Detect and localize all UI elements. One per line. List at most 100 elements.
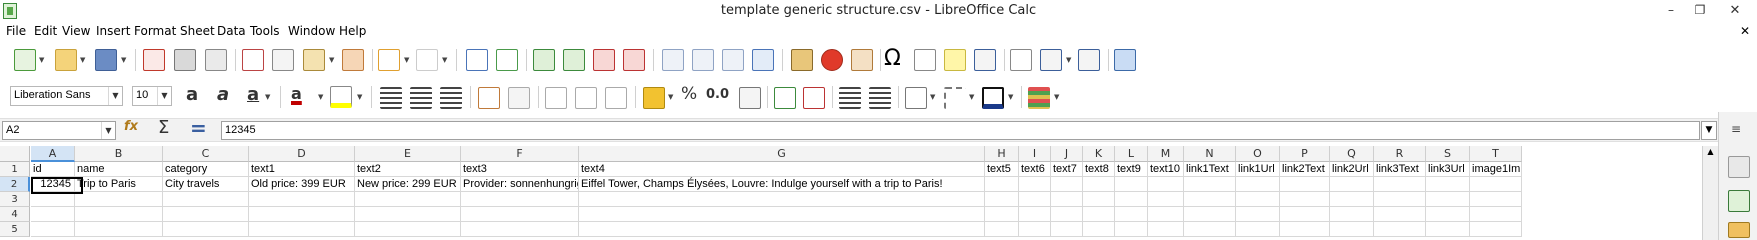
font-name-combobox[interactable]: Liberation Sans ▼	[10, 86, 123, 106]
column-header-f[interactable]: F	[461, 146, 579, 162]
highlight-dropdown-icon[interactable]: ▼	[357, 93, 362, 101]
decrease-indent-icon[interactable]	[869, 87, 891, 109]
cell-e3[interactable]	[355, 192, 461, 207]
date-format-icon[interactable]	[739, 87, 761, 109]
comment-icon[interactable]	[944, 49, 966, 71]
menu-sheet[interactable]: Sheet	[180, 24, 215, 38]
cell-s5[interactable]	[1426, 222, 1470, 237]
cell-h2[interactable]	[985, 177, 1019, 192]
cell-o2[interactable]	[1236, 177, 1280, 192]
cell-s4[interactable]	[1426, 207, 1470, 222]
menu-window[interactable]: Window	[288, 24, 335, 38]
column-header-q[interactable]: Q	[1330, 146, 1374, 162]
cell-c1[interactable]: category	[163, 162, 249, 177]
cell-l1[interactable]: text9	[1115, 162, 1148, 177]
cell-n3[interactable]	[1184, 192, 1236, 207]
cell-b3[interactable]	[75, 192, 163, 207]
add-decimal-place-icon[interactable]	[774, 87, 796, 109]
properties-icon[interactable]	[1728, 156, 1750, 178]
border-color-icon[interactable]	[982, 87, 1004, 109]
align-left-icon[interactable]	[380, 87, 402, 109]
cell-q3[interactable]	[1330, 192, 1374, 207]
insert-row-icon[interactable]	[533, 49, 555, 71]
cell-n4[interactable]	[1184, 207, 1236, 222]
cell-k5[interactable]	[1083, 222, 1115, 237]
menu-view[interactable]: View	[62, 24, 90, 38]
insert-chart-icon[interactable]	[821, 49, 843, 71]
cell-c5[interactable]	[163, 222, 249, 237]
menu-tools[interactable]: Tools	[250, 24, 280, 38]
cell-r1[interactable]: link3Text	[1374, 162, 1426, 177]
column-header-c[interactable]: C	[163, 146, 249, 162]
print-preview-icon[interactable]	[205, 49, 227, 71]
cell-d5[interactable]	[249, 222, 355, 237]
column-header-l[interactable]: L	[1115, 146, 1148, 162]
cell-s3[interactable]	[1426, 192, 1470, 207]
cell-e1[interactable]: text2	[355, 162, 461, 177]
special-character-icon[interactable]: Ω	[884, 47, 901, 71]
column-header-i[interactable]: I	[1019, 146, 1051, 162]
cell-m2[interactable]	[1148, 177, 1184, 192]
cell-t5[interactable]	[1470, 222, 1522, 237]
cell-s2[interactable]	[1426, 177, 1470, 192]
cell-p5[interactable]	[1280, 222, 1330, 237]
cell-b5[interactable]	[75, 222, 163, 237]
cell-e2[interactable]: New price: 299 EUR	[355, 177, 461, 192]
cell-t2[interactable]	[1470, 177, 1522, 192]
cell-l5[interactable]	[1115, 222, 1148, 237]
sum-icon[interactable]: Σ	[158, 117, 169, 138]
currency-format-icon[interactable]	[643, 87, 665, 109]
cell-j4[interactable]	[1051, 207, 1083, 222]
save-icon[interactable]	[95, 49, 117, 71]
sort-icon[interactable]	[662, 49, 684, 71]
column-header-b[interactable]: B	[75, 146, 163, 162]
gallery-icon[interactable]	[1728, 222, 1750, 238]
border-style-dropdown-icon[interactable]: ▼	[969, 93, 974, 101]
conditional-format-icon[interactable]	[1028, 87, 1050, 109]
number-format-icon[interactable]: 0.0	[706, 87, 729, 102]
cell-t4[interactable]	[1470, 207, 1522, 222]
row-header-3[interactable]: 3	[0, 192, 30, 207]
column-header-h[interactable]: H	[985, 146, 1019, 162]
cell-a2[interactable]: 12345	[31, 177, 75, 192]
column-header-m[interactable]: M	[1148, 146, 1184, 162]
cell-r3[interactable]	[1374, 192, 1426, 207]
paste-icon[interactable]	[303, 49, 325, 71]
open-dropdown-icon[interactable]: ▼	[80, 56, 85, 64]
menu-format[interactable]: Format	[134, 24, 176, 38]
cell-a1[interactable]: id	[31, 162, 75, 177]
cell-m1[interactable]: text10	[1148, 162, 1184, 177]
styles-icon[interactable]	[1728, 190, 1750, 212]
column-header-r[interactable]: R	[1374, 146, 1426, 162]
chevron-down-icon[interactable]: ▼	[101, 122, 115, 139]
insert-column-icon[interactable]	[563, 49, 585, 71]
cell-s1[interactable]: link3Url	[1426, 162, 1470, 177]
cell-c2[interactable]: City travels	[163, 177, 249, 192]
align-center-icon[interactable]	[410, 87, 432, 109]
save-dropdown-icon[interactable]: ▼	[121, 56, 126, 64]
cell-l4[interactable]	[1115, 207, 1148, 222]
sort-descending-icon[interactable]	[722, 49, 744, 71]
paste-dropdown-icon[interactable]: ▼	[329, 56, 334, 64]
cell-i2[interactable]	[1019, 177, 1051, 192]
merge-cells-icon[interactable]	[508, 87, 530, 109]
cell-d4[interactable]	[249, 207, 355, 222]
highlight-color-icon[interactable]	[330, 86, 352, 108]
cell-i3[interactable]	[1019, 192, 1051, 207]
menu-file[interactable]: File	[6, 24, 26, 38]
undo-icon[interactable]	[378, 49, 400, 71]
insert-image-icon[interactable]	[791, 49, 813, 71]
align-top-icon[interactable]	[545, 87, 567, 109]
define-print-area-icon[interactable]	[1010, 49, 1032, 71]
spelling-icon[interactable]	[496, 49, 518, 71]
cell-o3[interactable]	[1236, 192, 1280, 207]
column-header-p[interactable]: P	[1280, 146, 1330, 162]
cell-d1[interactable]: text1	[249, 162, 355, 177]
align-middle-icon[interactable]	[575, 87, 597, 109]
window-close-button[interactable]: ✕	[1721, 1, 1749, 20]
cell-b1[interactable]: name	[75, 162, 163, 177]
underline-dropdown-icon[interactable]: ▼	[265, 93, 270, 101]
font-size-combobox[interactable]: 10 ▼	[132, 86, 172, 106]
cell-d2[interactable]: Old price: 399 EUR	[249, 177, 355, 192]
cell-h3[interactable]	[985, 192, 1019, 207]
